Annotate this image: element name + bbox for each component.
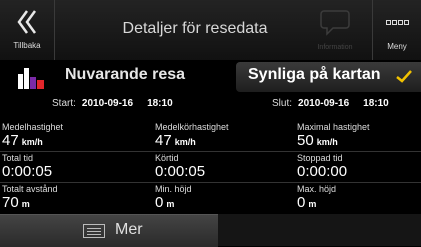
bar-chart-icon (18, 68, 44, 89)
back-button[interactable]: Tillbaka (0, 0, 55, 60)
more-button[interactable]: Mer (0, 214, 218, 247)
stat-value: 70 m (2, 194, 30, 211)
stat-label: Maximal hastighet (297, 122, 370, 132)
speech-bubble-icon (320, 10, 350, 36)
stat-value: 0:00:05 (2, 163, 53, 180)
trip-row: Nuvarande resa Synliga på kartan (0, 62, 421, 92)
stat-label: Körtid (155, 153, 179, 163)
trip-name: Nuvarande resa (65, 66, 186, 83)
stat-value: 47 km/h (155, 132, 196, 149)
stat-stopped-time: Stoppad tid 0:00:00 (297, 153, 421, 184)
list-icon (83, 224, 105, 238)
page-title: Detaljer för resedata (122, 20, 268, 37)
stat-label: Max. höjd (297, 184, 337, 194)
menu-button[interactable]: Meny (372, 0, 421, 60)
start-clock: 18:10 (147, 98, 173, 109)
double-chevron-left-icon (17, 10, 37, 34)
stat-max-altitude: Max. höjd 0m (297, 184, 421, 215)
start-time: Start: 2010-09-16 18:10 (52, 98, 173, 109)
info-button: Information (298, 0, 372, 60)
end-time: Slut: 2010-09-16 18:10 (272, 98, 389, 109)
more-label: Mer (115, 221, 143, 238)
stat-label: Medelhastighet (2, 122, 64, 132)
stat-total-time: Total tid 0:00:05 (2, 153, 142, 184)
end-date: 2010-09-16 (298, 98, 350, 109)
end-label: Slut: (272, 98, 293, 109)
start-date: 2010-09-16 (81, 98, 134, 109)
stat-total-distance: Totalt avstånd 70 m (2, 184, 142, 215)
stat-label: Medelkörhastighet (155, 122, 229, 132)
stat-value: 0m (297, 194, 317, 211)
grid-icon (386, 20, 409, 25)
menu-label: Meny (387, 42, 407, 51)
stat-label: Total tid (2, 153, 34, 163)
stat-value: 47 km/h (2, 132, 43, 149)
stat-driving-time: Körtid 0:00:05 (155, 153, 295, 184)
back-label: Tillbaka (13, 41, 41, 50)
stat-value: 0m (155, 194, 175, 211)
trip-stats: Medelhastighet 47 km/h Medelkörhastighet … (0, 118, 421, 212)
stat-value: 0:00:05 (155, 163, 206, 180)
stat-value: 0:00:00 (297, 163, 348, 180)
stat-label: Totalt avstånd (2, 184, 58, 194)
check-icon (396, 70, 412, 83)
stat-avg-driving-speed: Medelkörhastighet 47 km/h (155, 122, 295, 153)
stat-value: 50 km/h (297, 132, 338, 149)
footer-blank (218, 214, 421, 246)
title-bar: Tillbaka Detaljer för resedata Informati… (0, 0, 421, 60)
divider (0, 151, 421, 152)
stat-label: Stoppad tid (297, 153, 343, 163)
info-label: Information (317, 44, 353, 51)
visible-on-map-label: Synliga på kartan (248, 66, 381, 83)
stat-label: Min. höjd (155, 184, 192, 194)
visible-on-map-toggle[interactable]: Synliga på kartan (236, 62, 421, 92)
start-label: Start: (52, 98, 76, 109)
end-clock: 18:10 (363, 98, 389, 109)
divider (0, 182, 421, 183)
stat-max-speed: Maximal hastighet 50 km/h (297, 122, 421, 153)
stat-avg-speed: Medelhastighet 47 km/h (2, 122, 142, 153)
stat-min-altitude: Min. höjd 0m (155, 184, 295, 215)
